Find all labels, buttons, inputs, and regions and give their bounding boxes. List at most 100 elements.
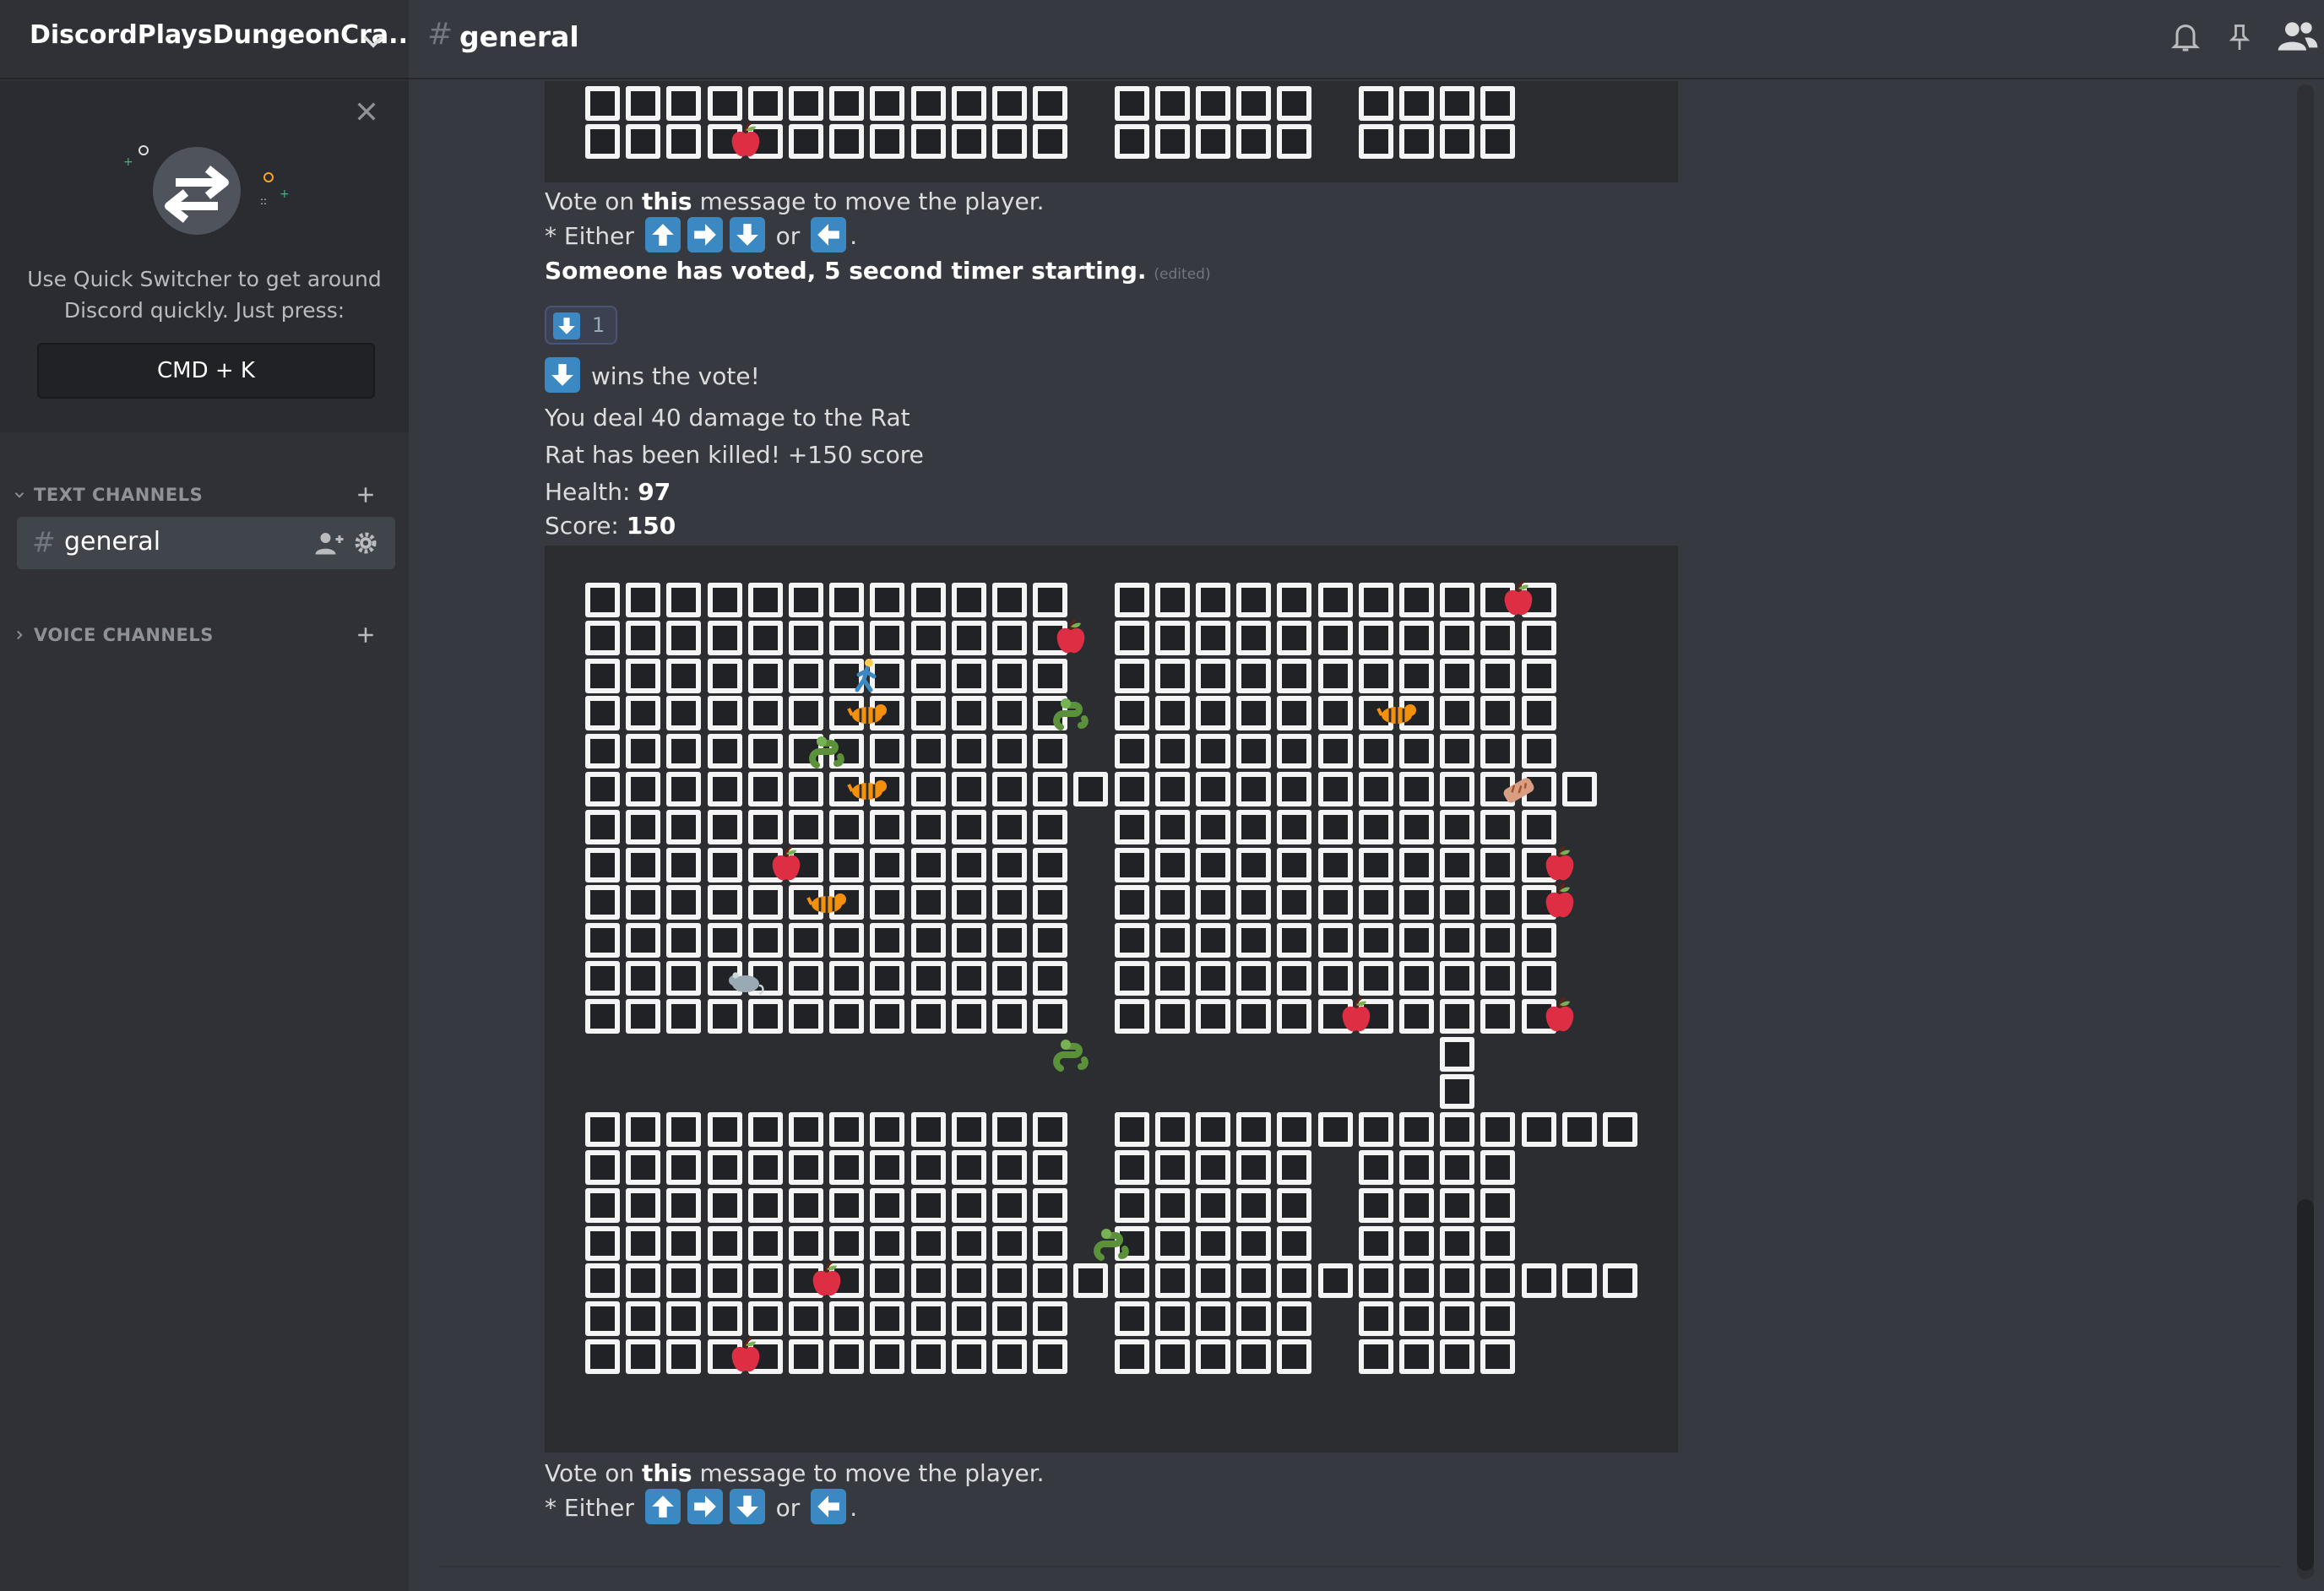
reaction-down-arrow[interactable]: 1	[545, 306, 617, 345]
arrow-down-icon	[729, 1489, 765, 1524]
create-invite-icon[interactable]	[314, 530, 345, 556]
close-icon[interactable]	[353, 98, 380, 125]
wall-tile	[626, 809, 661, 844]
wall-tile	[1196, 847, 1230, 882]
wall-tile	[1277, 847, 1312, 882]
wall-tile	[626, 1187, 661, 1223]
quick-switcher-shortcut-button[interactable]: CMD + K	[37, 343, 375, 399]
wall-tile	[747, 1150, 783, 1185]
snake-icon	[1030, 693, 1089, 734]
wall-tile	[585, 923, 620, 958]
wall-tile	[1440, 620, 1475, 655]
wall-tile	[1154, 847, 1190, 882]
wall-tile	[910, 86, 946, 121]
wall-tile	[626, 961, 661, 996]
wall-tile	[707, 998, 742, 1034]
health-stat: Health: 97	[545, 478, 671, 506]
wall-tile	[1196, 1112, 1230, 1148]
members-icon[interactable]	[2277, 19, 2319, 54]
wall-tile	[789, 1301, 823, 1337]
channel-name[interactable]: general	[64, 527, 160, 557]
wall-tile	[1399, 583, 1434, 617]
wall-tile	[992, 998, 1027, 1034]
wall-tile	[626, 1112, 661, 1148]
sidebar-item-general[interactable]: # general	[17, 517, 395, 569]
wall-tile	[1440, 923, 1475, 958]
tiger-icon	[1356, 693, 1416, 734]
game-map	[545, 546, 1678, 1453]
wall-tile	[951, 696, 986, 731]
wall-tile	[626, 1301, 661, 1337]
snake-icon	[1030, 1034, 1089, 1075]
qs-text-line-2: Discord quickly. Just press:	[63, 298, 345, 323]
message-list[interactable]: Vote on this message to move the player.…	[409, 81, 2300, 1591]
gear-icon[interactable]	[353, 530, 378, 556]
wall-tile	[951, 1263, 986, 1299]
wall-tile	[910, 772, 946, 806]
wall-tile	[1399, 1225, 1434, 1261]
wall-tile	[1236, 809, 1272, 844]
wall-tile	[789, 1225, 823, 1261]
bell-icon[interactable]	[2169, 20, 2202, 54]
wall-tile	[870, 1301, 905, 1337]
text-channels-category[interactable]: TEXT CHANNELS	[12, 481, 397, 510]
wall-tile	[910, 620, 946, 655]
wall-tile	[1358, 1263, 1393, 1299]
voice-channels-category[interactable]: VOICE CHANNELS	[12, 622, 397, 650]
pin-icon[interactable]	[2224, 20, 2255, 54]
wall-tile	[1196, 1187, 1230, 1223]
wall-tile	[666, 961, 702, 996]
wall-tile	[1236, 123, 1272, 159]
wall-tile	[1317, 696, 1353, 731]
wall-tile	[1277, 1112, 1312, 1148]
wall-tile	[789, 772, 823, 806]
wall-tile	[951, 772, 986, 806]
voice-channels-label[interactable]: VOICE CHANNELS	[34, 625, 214, 645]
wall-tile	[1399, 923, 1434, 958]
scrollbar-thumb[interactable]	[2297, 1199, 2314, 1571]
wall-tile	[585, 809, 620, 844]
wall-tile	[829, 583, 865, 617]
apple-icon	[786, 1261, 841, 1301]
wall-tile	[910, 961, 946, 996]
snake-icon	[786, 731, 844, 772]
wall-tile	[1114, 583, 1149, 617]
wall-tile	[707, 1112, 742, 1148]
wall-tile	[1033, 1112, 1068, 1148]
score-stat: Score: 150	[545, 512, 676, 540]
wall-tile	[1154, 1301, 1190, 1337]
add-channel-icon[interactable]	[353, 482, 378, 508]
text-channels-label[interactable]: TEXT CHANNELS	[34, 485, 203, 505]
wall-tile	[707, 658, 742, 693]
apple-icon	[1316, 996, 1370, 1037]
wall-tile	[1033, 847, 1068, 882]
wall-tile	[1277, 734, 1312, 769]
wall-tile	[1480, 885, 1516, 920]
wall-tile	[829, 1150, 865, 1185]
wall-tile	[1317, 1263, 1353, 1299]
wall-tile	[1236, 998, 1272, 1034]
apple-icon	[1478, 580, 1533, 621]
wall-tile	[1236, 1150, 1272, 1185]
wall-tile	[1440, 961, 1475, 996]
server-header[interactable]: DiscordPlaysDungeonCra...	[0, 0, 417, 79]
chevron-down-icon[interactable]	[358, 25, 388, 56]
chevron-down-icon[interactable]	[12, 487, 27, 502]
add-channel-icon[interactable]	[353, 622, 378, 648]
wall-tile	[1154, 696, 1190, 731]
wall-tile	[1399, 961, 1434, 996]
wall-tile	[992, 847, 1027, 882]
wall-tile	[910, 123, 946, 159]
wall-tile	[1114, 885, 1149, 920]
wall-tile	[1154, 1150, 1190, 1185]
chevron-right-icon[interactable]	[12, 627, 27, 643]
wall-tile	[1440, 1150, 1475, 1185]
wall-tile	[1480, 1225, 1516, 1261]
wall-tile	[666, 86, 702, 121]
wall-tile	[1196, 658, 1230, 693]
wall-tile	[666, 1112, 702, 1148]
vote-prompt: Vote on this message to move the player.	[545, 187, 1045, 215]
wall-tile	[1480, 1301, 1516, 1337]
wall-tile	[829, 998, 865, 1034]
wall-tile	[829, 1301, 865, 1337]
